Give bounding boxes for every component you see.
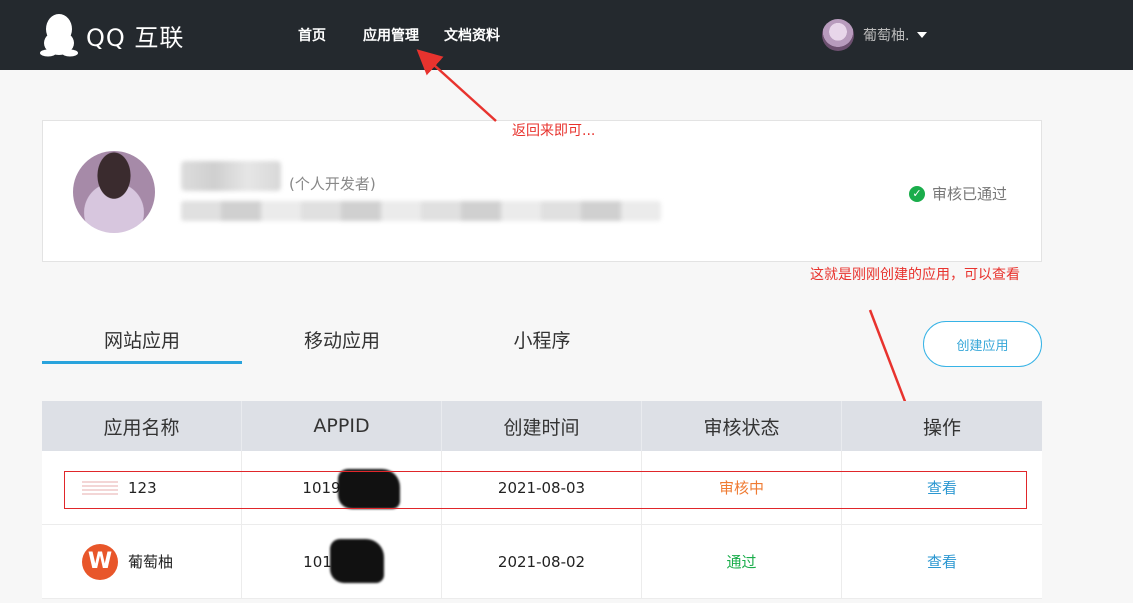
check-circle-icon: ✓ xyxy=(908,185,925,202)
header-action: 操作 xyxy=(922,416,961,439)
view-link[interactable]: 查看 xyxy=(927,477,957,498)
appid-value: 101 xyxy=(303,552,332,571)
developer-type: (个人开发者) xyxy=(289,175,376,193)
appid-cell: 1019 xyxy=(242,451,442,524)
appid-redaction xyxy=(338,469,400,509)
nav-docs[interactable]: 文档资料 xyxy=(444,25,500,45)
header-status: 审核状态 xyxy=(642,401,842,451)
blurred-developer-name xyxy=(181,161,281,191)
qq-connect-logo[interactable]: QQ 互联 xyxy=(40,12,184,58)
create-app-button[interactable]: 创建应用 xyxy=(923,321,1042,367)
tab-mini-programs[interactable]: 小程序 xyxy=(442,326,642,353)
developer-profile-card: (个人开发者) ✓ 审核已通过 xyxy=(42,120,1042,262)
penguin-logo-icon xyxy=(40,14,78,57)
chevron-down-icon[interactable] xyxy=(917,32,928,38)
appid-redaction xyxy=(330,539,384,583)
action-cell: 查看 xyxy=(842,525,1042,598)
annotation-back-note: 返回来即可... xyxy=(512,123,596,139)
table-row: 123 1019 2021-08-03 审核中 查看 xyxy=(42,451,1042,525)
status-badge: 审核中 xyxy=(642,451,842,524)
created-cell: 2021-08-02 xyxy=(442,525,642,598)
app-table: 应用名称 APPID 创建时间 审核状态 操作 123 1019 2021-08… xyxy=(42,401,1042,599)
app-name: 葡萄柚 xyxy=(128,553,174,571)
avatar[interactable] xyxy=(822,19,854,51)
blurred-developer-info xyxy=(181,201,661,221)
logo-text: QQ 互联 xyxy=(86,23,185,52)
active-tab-indicator xyxy=(42,361,242,364)
app-name-cell: 123 xyxy=(42,451,242,524)
status-badge: 通过 xyxy=(642,525,842,598)
nav-app-management[interactable]: 应用管理 xyxy=(363,25,419,45)
app-name-cell: W 葡萄柚 xyxy=(42,525,242,598)
w-app-icon: W xyxy=(82,543,118,580)
view-link[interactable]: 查看 xyxy=(927,551,957,572)
appid-value: 1019 xyxy=(302,478,341,497)
audit-status: ✓ 审核已通过 xyxy=(908,183,1007,204)
annotation-app-note: 这就是刚刚创建的应用，可以查看 xyxy=(810,267,1020,283)
user-menu[interactable]: 葡萄柚. xyxy=(822,19,928,51)
audit-status-text: 审核已通过 xyxy=(931,185,1007,203)
action-cell: 查看 xyxy=(842,451,1042,524)
created-cell: 2021-08-03 xyxy=(442,451,642,524)
table-header: 应用名称 APPID 创建时间 审核状态 操作 xyxy=(42,401,1042,451)
header-appid: APPID xyxy=(242,401,442,451)
top-navbar: QQ 互联 首页 应用管理 文档资料 葡萄柚. xyxy=(0,0,1133,70)
app-name: 123 xyxy=(128,478,157,497)
tab-website-apps[interactable]: 网站应用 xyxy=(42,326,242,353)
header-app-name: 应用名称 xyxy=(42,401,242,451)
tab-mobile-apps[interactable]: 移动应用 xyxy=(242,326,442,353)
table-row: W 葡萄柚 101 2021-08-02 通过 查看 xyxy=(42,525,1042,599)
user-name[interactable]: 葡萄柚. xyxy=(863,25,909,45)
nav-home[interactable]: 首页 xyxy=(298,25,326,45)
profile-avatar xyxy=(73,151,155,233)
appid-cell: 101 xyxy=(242,525,442,598)
app-icon xyxy=(82,480,118,495)
header-created: 创建时间 xyxy=(442,401,642,451)
